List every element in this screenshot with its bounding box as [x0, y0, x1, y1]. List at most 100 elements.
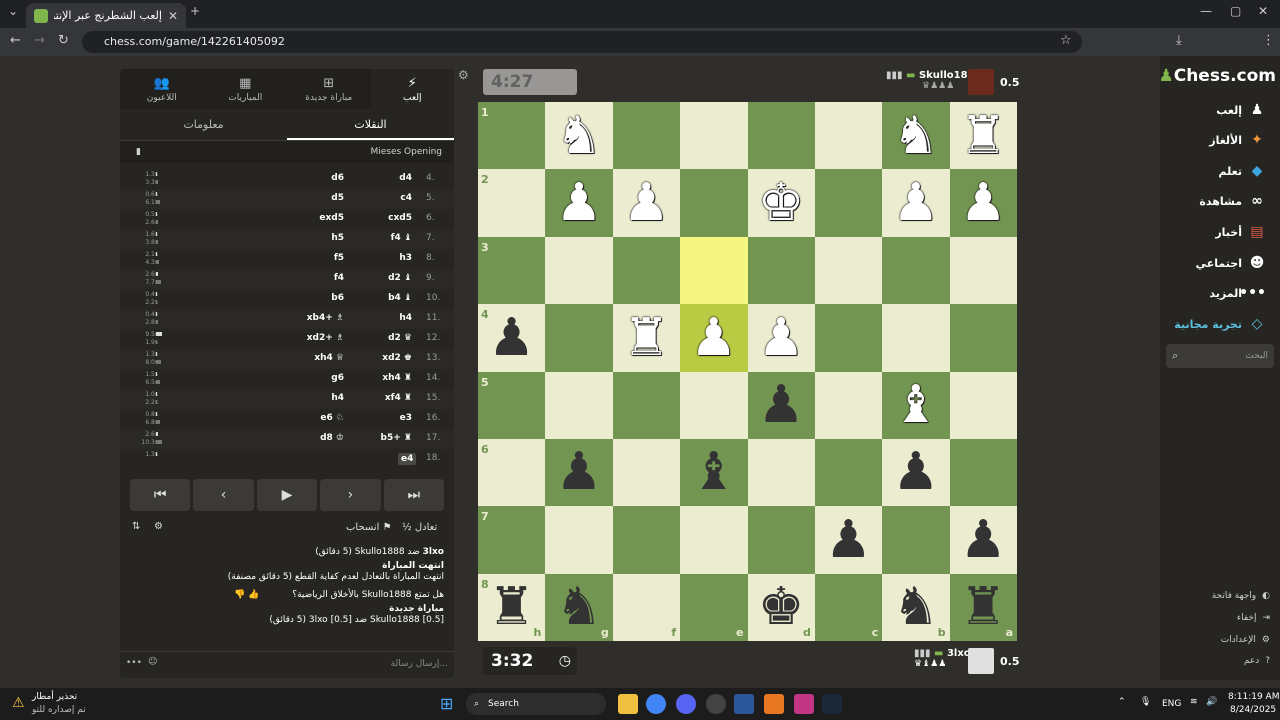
microphone-icon[interactable]: 🎙	[1140, 697, 1151, 707]
square-d8[interactable]: d ♚	[747, 573, 815, 641]
nav-learn[interactable]: ◆ تعلم	[1170, 159, 1266, 183]
white-piece-icon[interactable]: ♜	[950, 102, 1017, 169]
white-piece-icon[interactable]: ♟	[680, 304, 747, 371]
square-h4[interactable]: 4 ♟	[478, 304, 546, 372]
volume-icon[interactable]: 🔊	[1206, 697, 1217, 707]
support-link[interactable]: ? دعم	[1170, 651, 1270, 671]
square-f3[interactable]	[612, 236, 681, 305]
square-c4[interactable]	[814, 304, 883, 372]
square-a4[interactable]	[949, 304, 1017, 372]
black-piece-icon[interactable]: ♟	[950, 506, 1017, 573]
white-move[interactable]: d2 ♝	[368, 273, 412, 283]
instagram-icon[interactable]	[794, 694, 814, 714]
taskbar-search[interactable]: ⌕ Search	[466, 693, 606, 715]
square-b4[interactable]	[882, 304, 950, 372]
app-a-icon[interactable]	[764, 694, 784, 714]
wifi-icon[interactable]: ≋	[1190, 697, 1198, 707]
white-piece-icon[interactable]: ♟	[748, 304, 815, 371]
black-move[interactable]: f4	[300, 273, 344, 283]
square-g7[interactable]	[545, 506, 613, 574]
square-e8[interactable]: e	[680, 573, 748, 641]
square-c2[interactable]	[814, 169, 883, 237]
square-e3[interactable]	[680, 236, 748, 305]
square-f1[interactable]	[612, 102, 681, 170]
square-b1[interactable]: ♞	[882, 102, 950, 170]
square-b3[interactable]	[882, 236, 950, 305]
square-b2[interactable]: ♟	[882, 169, 950, 237]
settings-plus-icon[interactable]: ⚙	[154, 521, 163, 532]
square-h3[interactable]: 3	[478, 236, 546, 305]
black-move[interactable]: f5	[300, 253, 344, 263]
square-a6[interactable]	[949, 438, 1017, 507]
resign-button[interactable]: انسحاب ⚑	[346, 522, 392, 533]
terminal-icon[interactable]	[734, 694, 754, 714]
tab-moves[interactable]: النقلات	[287, 109, 454, 140]
black-piece-icon[interactable]: ♝	[680, 439, 747, 506]
nav-play[interactable]: ♟ إلعب	[1170, 98, 1266, 122]
square-h6[interactable]: 6	[478, 438, 546, 507]
square-e4[interactable]: ♟	[680, 304, 748, 372]
steam-icon[interactable]	[822, 694, 842, 714]
black-move[interactable]: h5	[300, 233, 344, 243]
menu-icon[interactable]: ⋮	[1262, 33, 1275, 48]
white-move[interactable]: xf4 ♜	[368, 393, 412, 403]
black-move[interactable]: e6 ♘	[300, 413, 344, 423]
tab-info[interactable]: معلومات	[120, 109, 287, 140]
maximize-icon[interactable]: ▢	[1230, 4, 1241, 18]
back-icon[interactable]: ←	[10, 33, 21, 48]
nav-watch[interactable]: ∞ مشاهدة	[1170, 189, 1266, 213]
white-move[interactable]: d4	[368, 173, 412, 183]
nav-news[interactable]: ▤ أخبار	[1170, 220, 1266, 244]
emoji-icon[interactable]: ☺	[148, 657, 157, 667]
black-piece-icon[interactable]: ♟	[748, 372, 815, 439]
square-a7[interactable]: ♟	[949, 506, 1017, 574]
square-b7[interactable]	[882, 506, 950, 574]
url-field[interactable]: chess.com/game/142261405092	[82, 31, 1082, 53]
chess-board[interactable]: 1 ♞ ♞ ♜ 2 ♟ ♟ ♚ ♟ ♟ 3 4 ♟ ♜ ♟ ♟ 5 ♟ ♝ 6 ♟ ♝ ♟ 7 ♟ ♟ 8 h ♜ g ♞ f e d ♚ c b ♞ a ♜	[478, 102, 1017, 641]
white-move[interactable]: cxd5	[368, 213, 412, 223]
square-h8[interactable]: 8 h ♜	[478, 573, 546, 641]
black-piece-icon[interactable]: ♟	[478, 304, 545, 371]
close-tab-icon[interactable]: ✕	[168, 9, 178, 23]
white-move[interactable]: h4	[368, 313, 412, 323]
black-move[interactable]: exd5	[300, 213, 344, 223]
square-h1[interactable]: 1	[478, 102, 546, 170]
white-piece-icon[interactable]: ♟	[950, 169, 1017, 236]
square-b6[interactable]: ♟	[882, 438, 950, 507]
white-move[interactable]: e3	[368, 413, 412, 423]
nav-free-trial[interactable]: ◇ تجربة مجانية	[1170, 312, 1266, 336]
black-move[interactable]: d6	[300, 173, 344, 183]
black-move[interactable]: xh4 ♕	[300, 353, 344, 363]
square-c8[interactable]: c	[814, 573, 883, 641]
square-g1[interactable]: ♞	[545, 102, 613, 170]
white-move[interactable]: xd2 ♚	[368, 353, 412, 363]
thumbs-up-icon[interactable]: 👍	[248, 590, 259, 600]
new-tab-icon[interactable]: +	[190, 4, 200, 18]
white-piece-icon[interactable]: ♟	[882, 169, 949, 236]
black-piece-icon[interactable]: ♜	[950, 574, 1017, 641]
square-d1[interactable]	[747, 102, 815, 170]
bookmark-star-icon[interactable]: ☆	[1060, 33, 1072, 48]
tab-people[interactable]: 👥 اللاعبون	[120, 69, 204, 109]
light-ui-toggle[interactable]: ◐ واجهة فاتحة	[1170, 586, 1270, 606]
square-d4[interactable]: ♟	[747, 304, 815, 372]
square-g8[interactable]: g ♞	[545, 573, 613, 641]
nav-puzzles[interactable]: ✦ الألغاز	[1170, 128, 1266, 152]
forward-icon[interactable]: →	[34, 33, 45, 48]
app-icon[interactable]	[706, 694, 726, 714]
square-f4[interactable]: ♜	[612, 304, 681, 372]
white-piece-icon[interactable]: ♞	[545, 102, 612, 169]
white-move[interactable]: xh4 ♜	[368, 373, 412, 383]
white-move[interactable]: f4 ♝	[368, 233, 412, 243]
chesscom-logo[interactable]: ♟Chess.com	[1158, 66, 1276, 86]
collapse-button[interactable]: ⇥ إخفاء	[1170, 608, 1270, 628]
opening-book-icon[interactable]: ▮	[136, 147, 141, 157]
square-d5[interactable]: ♟	[747, 371, 815, 439]
bottom-player-info[interactable]: ▮▮▮ ▬ 3lxo ♛♝♟♟	[914, 648, 971, 669]
black-piece-icon[interactable]: ♟	[882, 439, 949, 506]
square-f7[interactable]	[612, 506, 681, 574]
flip-board-icon[interactable]: ⇅	[132, 521, 140, 532]
square-a8[interactable]: a ♜	[949, 573, 1017, 641]
black-piece-icon[interactable]: ♞	[545, 574, 612, 641]
white-move[interactable]: e4	[398, 453, 417, 465]
